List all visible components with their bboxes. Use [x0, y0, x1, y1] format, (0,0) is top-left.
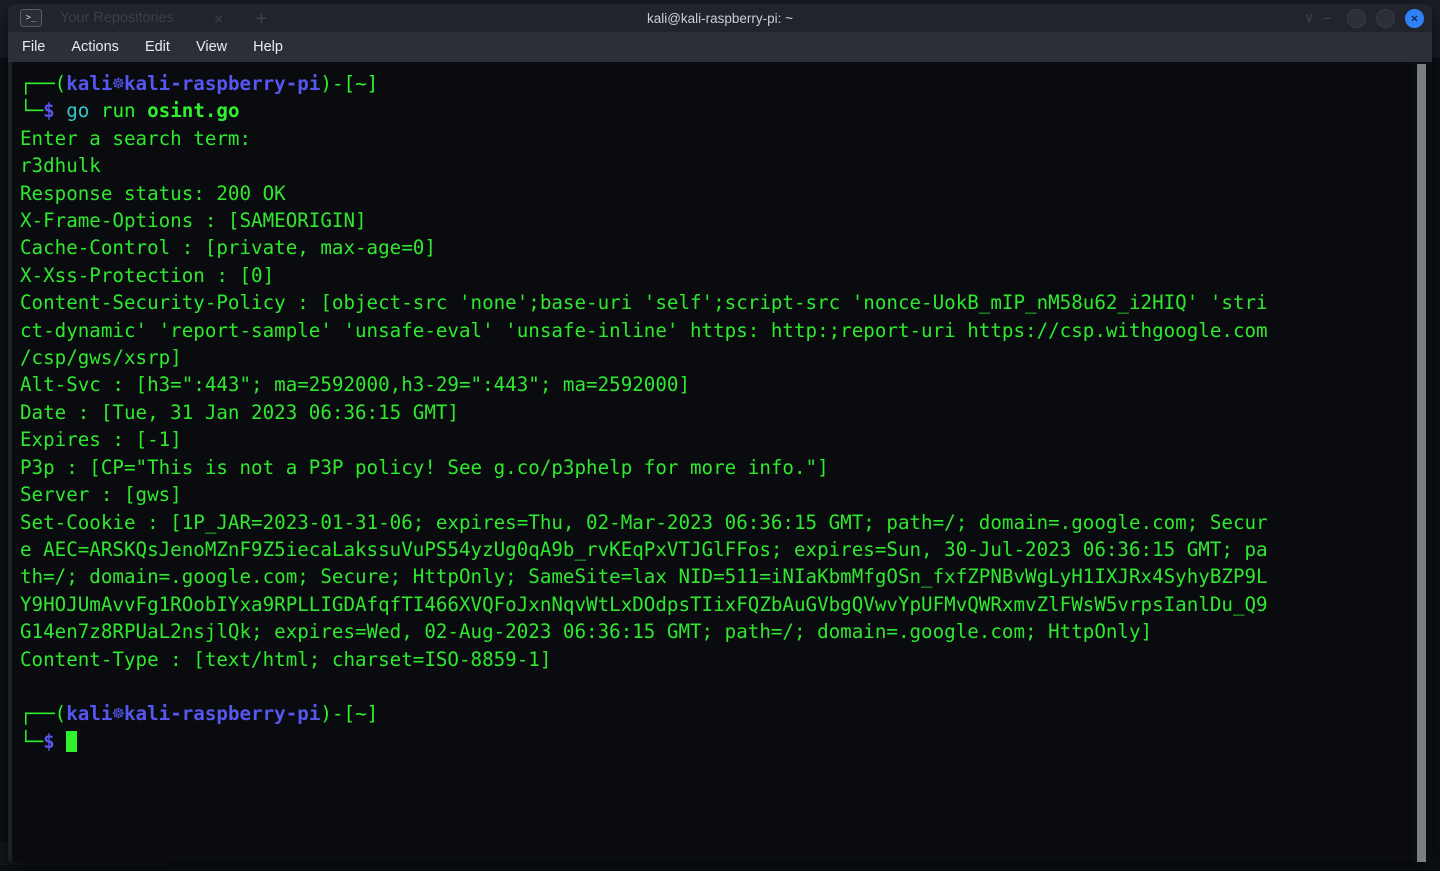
- menu-bar[interactable]: File Actions Edit View Help: [8, 32, 1432, 62]
- terminal-screen[interactable]: ┌──(kali☸kali-raspberry-pi)-[~] └─$ go r…: [12, 62, 1412, 862]
- kali-logo-icon: ☸: [112, 72, 124, 95]
- output-line: e AEC=ARSKQsJenoMZnF9Z5iecaLakssuVuPS54y…: [20, 537, 1268, 561]
- terminal-output: ┌──(kali☸kali-raspberry-pi)-[~] └─$ go r…: [20, 70, 1412, 755]
- output-line: P3p : [CP="This is not a P3P policy! See…: [20, 455, 829, 479]
- menu-file[interactable]: File: [22, 39, 45, 55]
- prompt-corner-top: ┌──: [20, 72, 55, 95]
- command-subcommand: run: [100, 99, 136, 123]
- command-name: go: [66, 99, 90, 123]
- output-line: Alt-Svc : [h3=":443"; ma=2592000,h3-29="…: [20, 373, 691, 397]
- prompt-paren-open: (: [54, 72, 67, 95]
- output-line: /csp/gws/xsrp]: [20, 346, 182, 370]
- maximize-button[interactable]: [1376, 8, 1395, 28]
- prompt-corner-bottom: └─: [20, 729, 44, 753]
- terminal-body[interactable]: ┌──(kali☸kali-raspberry-pi)-[~] └─$ go r…: [8, 62, 1432, 862]
- prompt-dollar: $: [43, 729, 55, 753]
- prompt-host: kali-raspberry-pi: [124, 702, 321, 726]
- command-argument: osint.go: [147, 99, 240, 123]
- prompt-paren-open: (: [54, 702, 67, 726]
- terminal-icon: >_: [20, 9, 42, 27]
- menu-help[interactable]: Help: [253, 39, 283, 55]
- output-line: Cache-Control : [private, max-age=0]: [20, 236, 436, 260]
- prompt-user: kali: [66, 702, 113, 726]
- text-cursor: [66, 730, 78, 752]
- close-button[interactable]: ✕: [1405, 8, 1424, 28]
- menu-edit[interactable]: Edit: [145, 39, 170, 55]
- prompt-dash: -: [331, 72, 344, 95]
- minimize-icon[interactable]: –: [1323, 11, 1331, 26]
- kali-logo-icon: ☸: [112, 702, 124, 726]
- prompt-corner-bottom: └─: [20, 99, 44, 123]
- prompt-paren-close: ): [320, 72, 332, 95]
- chevron-down-icon[interactable]: ∨: [1305, 11, 1313, 26]
- prompt-host: kali-raspberry-pi: [124, 72, 321, 95]
- output-line: Date : [Tue, 31 Jan 2023 06:36:15 GMT]: [20, 400, 459, 424]
- output-line: Y9HOJUmAvvFg1ROobIYxa9RPLLIGDAfqfTI466XV…: [20, 592, 1268, 616]
- terminal-scrollbar[interactable]: [1412, 62, 1432, 862]
- output-line: X-Xss-Protection : [0]: [20, 263, 275, 287]
- output-line: Content-Security-Policy : [object-src 'n…: [20, 291, 1268, 315]
- output-line: th=/; domain=.google.com; Secure; HttpOn…: [20, 565, 1268, 589]
- output-line: Content-Type : [text/html; charset=ISO-8…: [20, 647, 552, 671]
- prompt-user: kali: [66, 72, 113, 95]
- prompt-dollar: $: [43, 99, 55, 123]
- new-tab-icon[interactable]: +: [256, 7, 267, 29]
- prompt-dash: -: [331, 702, 344, 726]
- output-line: Expires : [-1]: [20, 428, 182, 452]
- prompt-corner-top: ┌──: [20, 702, 55, 726]
- menu-actions[interactable]: Actions: [71, 39, 119, 55]
- output-line: ct-dynamic' 'report-sample' 'unsafe-eval…: [20, 318, 1268, 342]
- terminal-window[interactable]: >_ Your Repositories × + kali@kali-raspb…: [8, 4, 1432, 862]
- output-line: Enter a search term:: [20, 126, 252, 150]
- menu-view[interactable]: View: [196, 39, 227, 55]
- prompt-cwd: [~]: [343, 702, 379, 726]
- output-line: r3dhulk: [20, 154, 101, 178]
- output-line: Server : [gws]: [20, 483, 182, 507]
- output-line: G14en7z8RPUaL2nsjlQk; expires=Wed, 02-Au…: [20, 620, 1153, 644]
- tab-close-icon[interactable]: ×: [214, 9, 224, 28]
- window-controls[interactable]: ∨ – ✕: [1305, 8, 1424, 28]
- prompt-cwd: [~]: [343, 72, 379, 95]
- window-tab-title: Your Repositories: [60, 10, 174, 26]
- output-line: X-Frame-Options : [SAMEORIGIN]: [20, 209, 367, 233]
- minimize-button[interactable]: [1347, 8, 1366, 28]
- window-titlebar[interactable]: >_ Your Repositories × + kali@kali-raspb…: [8, 4, 1432, 32]
- scrollbar-thumb[interactable]: [1417, 64, 1426, 862]
- output-line: Set-Cookie : [1P_JAR=2023-01-31-06; expi…: [20, 510, 1268, 534]
- prompt-paren-close: ): [320, 702, 332, 726]
- output-line: Response status: 200 OK: [20, 181, 286, 205]
